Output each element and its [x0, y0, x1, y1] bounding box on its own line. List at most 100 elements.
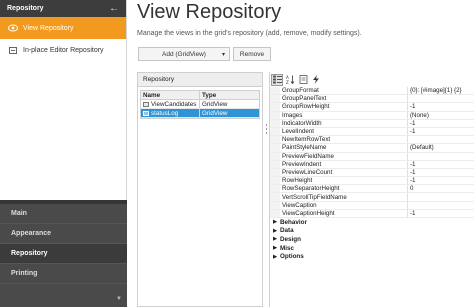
cell-name: statusLog [141, 109, 200, 117]
property-row[interactable]: PreviewFieldName [270, 152, 474, 161]
expand-triangle-icon[interactable]: ▶ [270, 236, 280, 242]
property-row[interactable]: VertScrollTipFieldName [270, 193, 474, 202]
property-grid-toolbar: AZ [270, 72, 474, 87]
property-category-behavior[interactable]: ▶ Behavior [270, 218, 474, 227]
property-grid: AZ GroupFormat {0}: [#image]{1} {2} GroupP… [269, 72, 474, 307]
property-row[interactable]: RowHeight -1 [270, 177, 474, 186]
category-appearance[interactable]: Appearance [0, 224, 127, 244]
property-value[interactable] [408, 136, 474, 143]
property-row[interactable]: NewItemRowText [270, 136, 474, 145]
property-value[interactable] [408, 193, 474, 200]
property-value[interactable]: -1 [408, 169, 474, 176]
category-printing[interactable]: Printing [0, 264, 127, 284]
property-categories: ▶ Behavior ▶ Data ▶ Design ▶ Misc ▶ Options [270, 218, 474, 261]
property-row[interactable]: PreviewIndent -1 [270, 160, 474, 169]
chevron-down-icon[interactable]: ▼ [116, 296, 122, 302]
property-value[interactable] [408, 95, 474, 102]
property-row[interactable]: ViewCaption [270, 201, 474, 210]
property-value[interactable]: -1 [408, 103, 474, 110]
page-title: View Repository [137, 1, 282, 23]
property-value[interactable]: -1 [408, 120, 474, 127]
property-value[interactable]: 0 [408, 185, 474, 192]
sidebar-item-in-place-editor-repository[interactable]: In-place Editor Repository [0, 39, 126, 61]
cell-name: ViewCandidates [141, 100, 200, 108]
property-value[interactable] [408, 202, 474, 209]
property-name: LevelIndent [280, 127, 408, 136]
category-repository[interactable]: Repository [0, 244, 127, 264]
property-row[interactable]: RowSeparatorHeight 0 [270, 185, 474, 194]
property-category-label: Misc [280, 244, 294, 252]
property-row[interactable]: ViewCaptionHeight -1 [270, 209, 474, 218]
property-name: RowHeight [280, 177, 408, 185]
sidebar-item-view-repository[interactable]: View Repository [0, 17, 126, 39]
views-grid: Name Type ViewCandidates GridView status… [140, 90, 260, 119]
sidebar-item-label: View Repository [23, 24, 74, 32]
grid-header: Name Type [141, 91, 259, 100]
property-row[interactable]: GroupPanelText [270, 95, 474, 104]
property-value[interactable]: -1 [408, 177, 474, 184]
property-value[interactable]: {0}: [#image]{1} {2} [408, 87, 474, 94]
categorized-icon[interactable] [271, 73, 283, 86]
property-name: Images [280, 111, 408, 119]
properties-page-icon[interactable] [297, 74, 309, 86]
add-view-button[interactable]: Add (GridView) ▾ [138, 47, 230, 61]
back-arrow-icon[interactable]: ← [109, 3, 119, 14]
column-header-name[interactable]: Name [141, 91, 200, 99]
table-row[interactable]: ViewCandidates GridView [141, 100, 259, 109]
property-row-gutter [270, 152, 280, 160]
property-row-gutter [270, 201, 280, 209]
property-row[interactable]: GroupRowHeight -1 [270, 103, 474, 112]
view-row-icon [143, 110, 149, 116]
property-category-misc[interactable]: ▶ Misc [270, 244, 474, 253]
property-row[interactable]: GroupFormat {0}: [#image]{1} {2} [270, 87, 474, 96]
table-row[interactable]: statusLog GridView [141, 109, 259, 118]
property-value[interactable]: -1 [408, 161, 474, 168]
property-row[interactable]: PaintStyleName (Default) [270, 144, 474, 153]
property-name: ViewCaption [280, 201, 408, 209]
property-name: PreviewFieldName [280, 152, 408, 160]
alphabetical-icon[interactable]: AZ [284, 74, 296, 86]
property-name: GroupPanelText [280, 95, 408, 103]
property-name: RowSeparatorHeight [280, 185, 408, 193]
sidebar: Repository ← View Repository In-place Ed… [0, 0, 127, 307]
cell-name-text: statusLog [151, 109, 179, 117]
property-row[interactable]: Images (None) [270, 111, 474, 120]
property-category-label: Behavior [280, 218, 307, 226]
dropdown-caret-icon[interactable]: ▾ [222, 51, 225, 58]
svg-text:Z: Z [286, 80, 289, 84]
property-category-design[interactable]: ▶ Design [270, 235, 474, 244]
repository-panel-title: Repository [138, 73, 262, 87]
property-category-data[interactable]: ▶ Data [270, 227, 474, 236]
property-row-gutter [270, 103, 280, 111]
property-row[interactable]: PreviewLineCount -1 [270, 168, 474, 178]
expand-triangle-icon[interactable]: ▶ [270, 245, 280, 251]
remove-button[interactable]: Remove [233, 47, 271, 61]
expand-triangle-icon[interactable]: ▶ [270, 228, 280, 234]
property-row-gutter [270, 177, 280, 185]
cell-name-text: ViewCandidates [151, 100, 197, 108]
panel-splitter[interactable] [265, 72, 268, 307]
property-row[interactable]: LevelIndent -1 [270, 127, 474, 137]
property-row-gutter [270, 136, 280, 144]
repository-panel: Repository Name Type ViewCandidates Grid… [137, 72, 263, 307]
category-main[interactable]: Main [0, 204, 127, 224]
property-row-gutter [270, 127, 280, 136]
property-value[interactable] [408, 153, 474, 160]
property-value[interactable]: -1 [408, 210, 474, 217]
events-lightning-icon[interactable] [310, 74, 322, 86]
property-value[interactable]: (Default) [408, 144, 474, 151]
expand-triangle-icon[interactable]: ▶ [270, 219, 280, 225]
view-row-icon [143, 101, 149, 107]
column-header-type[interactable]: Type [200, 91, 259, 99]
property-category-options[interactable]: ▶ Options [270, 252, 474, 261]
property-row[interactable]: IndicatorWidth -1 [270, 119, 474, 128]
cell-type: GridView [202, 109, 228, 117]
property-row-gutter [270, 193, 280, 201]
property-value[interactable]: -1 [408, 128, 474, 135]
property-name: PreviewIndent [280, 160, 408, 168]
property-value[interactable]: (None) [408, 112, 474, 119]
expand-triangle-icon[interactable]: ▶ [270, 254, 280, 260]
property-row-gutter [270, 119, 280, 127]
property-row-gutter [270, 209, 280, 217]
property-row-gutter [270, 185, 280, 193]
